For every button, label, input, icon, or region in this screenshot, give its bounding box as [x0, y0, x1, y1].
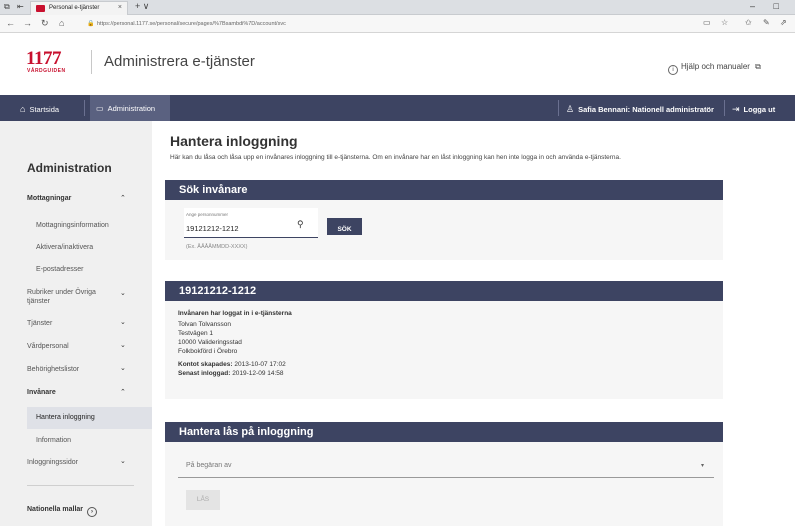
nav-administration[interactable]: ▭ Administration [90, 95, 170, 121]
chevron-up-icon[interactable]: ⌃ [120, 194, 126, 202]
tab-title: Personal e-tjänster [49, 5, 100, 11]
nav-divider [724, 100, 725, 116]
close-tab-icon[interactable]: × [118, 4, 122, 11]
header-divider [91, 50, 92, 74]
external-link-icon: ⧉ [755, 62, 761, 71]
search-card-heading: Sök invånare [165, 180, 723, 200]
logout-icon: ⇥ [732, 104, 740, 114]
logout-button[interactable]: ⇥ Logga ut [732, 95, 775, 121]
logout-label: Logga ut [743, 105, 776, 114]
result-card-heading: 19121212-1212 [165, 281, 723, 301]
tab-back-icon[interactable]: ⇤ [17, 2, 24, 11]
sidebar-item-mottagningar[interactable]: Mottagningar [27, 195, 71, 202]
tab-actions-icon[interactable]: ⧉ [4, 2, 10, 12]
favorites-icon[interactable]: ✩ [745, 18, 752, 27]
sidebar-item-tjanster[interactable]: Tjänster [27, 320, 52, 327]
main-nav: ⌂ Startsida ▭ Administration ♙ Safia Bennan… [0, 95, 795, 121]
chevron-down-icon[interactable]: ⌄ [120, 318, 126, 326]
chevron-down-icon[interactable]: ⌄ [120, 289, 126, 297]
window-controls[interactable]: – □ [750, 1, 787, 11]
site-title: Administrera e-tjänster [104, 53, 255, 70]
arrow-right-circle-icon: › [87, 507, 98, 517]
sidebar-item-aktivera[interactable]: Aktivera/inaktivera [36, 244, 93, 251]
personnummer-label: Ange personnummer [186, 212, 229, 217]
sidebar-item-hantera-inloggning[interactable]: Hantera inloggning [36, 414, 95, 421]
search-button[interactable]: SÖK [327, 218, 362, 235]
search-icon[interactable]: ⚲ [297, 219, 304, 230]
sidebar-item-behorighetslistor[interactable]: Behörighetslistor [27, 366, 79, 373]
sidebar-item-invanare[interactable]: Invånare [27, 389, 56, 396]
chevron-down-icon[interactable]: ⌄ [120, 457, 126, 465]
url-text: https://personal.1177.se/personal/secure… [97, 21, 286, 27]
browser-tab-bar: ⧉ ⇤ Personal e-tjänster × + ∨ – □ [0, 0, 795, 15]
account-created: Kontot skapades: 2013-10-07 17:02 [178, 361, 286, 368]
sidebar-title: Administration [27, 161, 112, 175]
user-icon: ♙ [566, 104, 575, 114]
sidebar-item-rubriker[interactable]: Rubriker under Övriga tjänster [27, 288, 107, 306]
help-label: Hjälp och manualer [681, 62, 750, 71]
account-created-value: 2013-10-07 17:02 [234, 361, 286, 368]
browser-tab[interactable]: Personal e-tjänster × [30, 1, 128, 15]
page-title: Hantera inloggning [170, 133, 298, 149]
sidebar-item-nationella-mallar[interactable]: Nationella mallar › [27, 506, 98, 517]
chevron-down-icon[interactable]: ⌄ [120, 341, 126, 349]
requested-by-select[interactable]: På begäran av ▾ [178, 452, 714, 478]
favorite-star-icon[interactable]: ☆ [721, 18, 728, 27]
resident-street: Testvägen 1 [178, 330, 214, 337]
nav-user-label: Safia Bennani: Nationell administratör [578, 105, 714, 114]
lock-icon: 🔒 [87, 21, 95, 27]
last-login: Senast inloggad: 2019-12-09 14:58 [178, 370, 284, 377]
nav-user[interactable]: ♙ Safia Bennani: Nationell administratör [566, 95, 714, 121]
logo-number: 1177 [26, 48, 61, 69]
share-icon[interactable]: ⇗ [780, 18, 787, 27]
resident-city: 10000 Valideringsstad [178, 339, 242, 346]
refresh-icon[interactable]: ↻ [41, 18, 49, 29]
last-login-value: 2019-12-09 14:58 [232, 370, 284, 377]
house-icon: ⌂ [20, 104, 26, 114]
help-link[interactable]: i Hjälp och manualer ⧉ [668, 62, 761, 75]
forward-icon[interactable]: → [23, 18, 32, 28]
sidebar-item-information[interactable]: Information [36, 437, 71, 444]
chevron-down-icon[interactable]: ⌄ [120, 364, 126, 372]
nav-divider [558, 100, 559, 116]
sidebar-item-inloggningssidor[interactable]: Inloggningssidor [27, 459, 78, 466]
nav-divider [84, 100, 85, 116]
sidebar-item-mottagningsinformation[interactable]: Mottagningsinformation [36, 222, 109, 229]
account-created-label: Kontot skapades: [178, 361, 233, 368]
nav-home[interactable]: ⌂ Startsida [20, 95, 59, 121]
requested-by-placeholder: På begäran av [186, 462, 232, 469]
site-logo[interactable]: 1177 VÅRDGUIDEN [22, 48, 78, 76]
new-tab-button[interactable]: + ∨ [135, 1, 149, 12]
resident-registration: Folkbokförd i Örebro [178, 348, 238, 355]
pen-icon[interactable]: ✎ [763, 18, 770, 27]
nationella-mallar-label: Nationella mallar [27, 506, 84, 513]
last-login-label: Senast inloggad: [178, 370, 231, 377]
nav-admin-label: Administration [107, 104, 156, 113]
monitor-icon: ▭ [96, 104, 104, 113]
login-status: Invånaren har loggat in i e-tjänsterna [178, 310, 292, 317]
back-icon[interactable]: ← [6, 18, 15, 28]
resident-name: Tolvan Tolvansson [178, 321, 231, 328]
site-favicon-icon [36, 5, 45, 12]
sidebar-item-vardpersonal[interactable]: Vårdpersonal [27, 343, 69, 350]
personnummer-hint: (Ex. ÅÅÅÅMMDD-XXXX) [186, 244, 248, 250]
logo-subtitle: VÅRDGUIDEN [27, 68, 66, 74]
nav-home-label: Startsida [29, 105, 60, 114]
page-description: Här kan du låsa och låsa upp en invånare… [170, 154, 621, 161]
info-icon: i [668, 65, 678, 75]
sidebar-divider [27, 485, 134, 486]
reading-view-icon[interactable]: ▭ [703, 18, 711, 27]
lock-button[interactable]: LÅS [186, 490, 220, 510]
lock-card-heading: Hantera lås på inloggning [165, 422, 723, 442]
dropdown-arrow-icon: ▾ [700, 463, 704, 469]
url-field[interactable]: 🔒 https://personal.1177.se/personal/secu… [87, 18, 687, 30]
chevron-up-icon[interactable]: ⌃ [120, 388, 126, 396]
home-icon[interactable]: ⌂ [59, 18, 64, 28]
sidebar-item-epostadresser[interactable]: E-postadresser [36, 266, 83, 273]
address-bar-row: ← → ↻ ⌂ 🔒 https://personal.1177.se/perso… [0, 15, 795, 33]
